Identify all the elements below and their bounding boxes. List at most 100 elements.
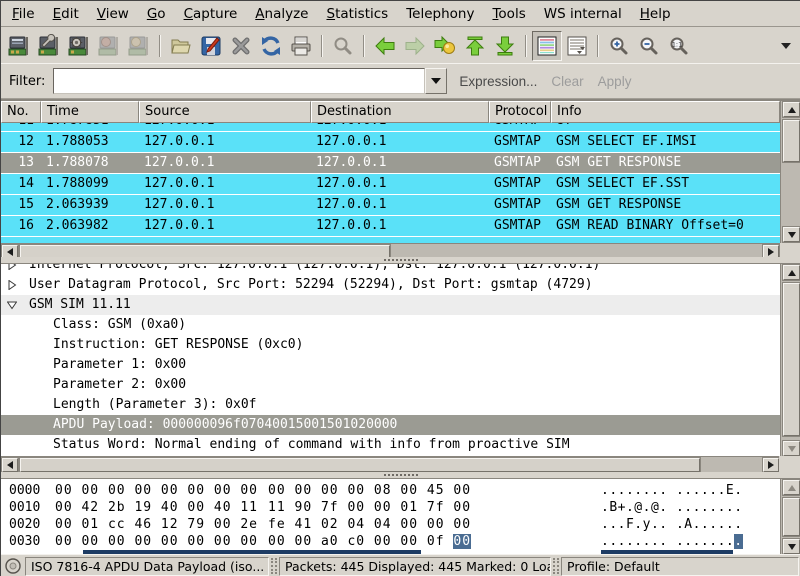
menu-capture[interactable]: Capture <box>175 3 247 25</box>
detail-row[interactable]: Parameter 2: 0x00 <box>1 375 780 395</box>
close-icon <box>229 34 253 58</box>
go-to-packet-button[interactable] <box>430 31 460 61</box>
detail-row[interactable]: Parameter 1: 0x00 <box>1 355 780 375</box>
menu-tools[interactable]: Tools <box>483 3 534 25</box>
column-header-info[interactable]: Info <box>551 101 780 123</box>
hex-row[interactable]: 001000 42 2b 19 40 00 40 1111 90 7f 00 0… <box>1 499 780 516</box>
table-row-partial[interactable]: 11 1.787851 127.0.0.1 127.0.0.1 GSMTAP G… <box>1 123 780 132</box>
scroll-right-button[interactable] <box>763 458 779 472</box>
scroll-up-button[interactable] <box>783 265 800 280</box>
go-to-top-button[interactable] <box>460 31 490 61</box>
hex-vscrollbar[interactable] <box>780 479 800 555</box>
menu-go[interactable]: Go <box>138 3 175 25</box>
scroll-left-button[interactable] <box>2 458 18 472</box>
interface-list-button[interactable] <box>4 31 34 61</box>
go-forward-button[interactable] <box>400 31 430 61</box>
apply-button[interactable]: Apply <box>598 74 632 89</box>
packet-list-vscrollbar[interactable] <box>780 101 800 243</box>
save-file-button[interactable] <box>196 31 226 61</box>
go-back-button[interactable] <box>370 31 400 61</box>
reload-button[interactable] <box>256 31 286 61</box>
filter-input[interactable] <box>53 68 425 94</box>
detail-row[interactable]: GSM SIM 11.11 <box>1 295 780 315</box>
auto-scroll-button[interactable] <box>562 31 592 61</box>
table-row[interactable]: 16 2.063982 127.0.0.1 127.0.0.1 GSMTAP G… <box>1 216 780 237</box>
scroll-down-button[interactable] <box>783 539 800 554</box>
column-header-no[interactable]: No. <box>1 101 41 123</box>
filter-dropdown-button[interactable] <box>425 68 447 94</box>
expander-collapsed-icon[interactable] <box>7 280 17 290</box>
table-row-selected[interactable]: 13 1.788078 127.0.0.1 127.0.0.1 GSMTAP G… <box>1 153 780 174</box>
menu-telephony[interactable]: Telephony <box>397 3 483 25</box>
menu-ws-internal[interactable]: WS internal <box>535 3 631 25</box>
capture-restart-button[interactable] <box>124 31 154 61</box>
toolbar-separator <box>597 35 599 57</box>
column-header-protocol[interactable]: Protocol <box>489 101 551 123</box>
arrow-up-icon <box>788 270 796 276</box>
statusbar-grip-icon <box>271 558 277 574</box>
menu-statistics[interactable]: Statistics <box>317 3 397 25</box>
field-status-text: ISO 7816-4 APDU Data Payload (iso... <box>25 557 269 576</box>
hex-row[interactable]: 000000 00 00 00 00 00 00 0000 00 00 00 0… <box>1 482 780 499</box>
detail-row[interactable]: Class: GSM (0xa0) <box>1 315 780 335</box>
zoom-in-button[interactable] <box>604 31 634 61</box>
zoom-100-button[interactable]: 1:1 <box>664 31 694 61</box>
toolbar-overflow-button[interactable] <box>781 43 791 49</box>
capture-restart-icon <box>127 34 151 58</box>
arrow-up-icon <box>788 107 796 113</box>
forward-arrow-icon <box>403 34 427 58</box>
scroll-down-button[interactable] <box>783 441 800 456</box>
profile-status[interactable]: Profile: Default <box>561 557 799 576</box>
details-hscrollbar[interactable] <box>1 456 780 472</box>
capture-stop-button[interactable] <box>94 31 124 61</box>
menu-edit[interactable]: Edit <box>44 3 88 25</box>
expert-info-button[interactable] <box>3 556 23 576</box>
detail-row[interactable]: Status Word: Normal ending of command wi… <box>1 435 780 455</box>
scroll-thumb[interactable] <box>783 120 800 162</box>
column-header-source[interactable]: Source <box>139 101 311 123</box>
detail-row-selected[interactable]: APDU Payload: 000000096f0704001500150102… <box>1 415 780 435</box>
hex-row[interactable]: 002000 01 cc 46 12 79 00 2efe 41 02 04 0… <box>1 516 780 533</box>
selected-byte[interactable]: 00 <box>453 534 471 549</box>
go-to-bottom-button[interactable] <box>490 31 520 61</box>
clear-button[interactable]: Clear <box>551 74 583 89</box>
colorize-button[interactable] <box>532 31 562 61</box>
scroll-up-button[interactable] <box>783 480 800 495</box>
menu-view[interactable]: View <box>88 3 138 25</box>
capture-stop-icon <box>97 34 121 58</box>
menu-file[interactable]: File <box>3 3 44 25</box>
toolbar-separator <box>159 35 161 57</box>
scroll-up-button[interactable] <box>783 102 800 117</box>
column-header-time[interactable]: Time <box>41 101 139 123</box>
hex-row[interactable]: 003000 00 00 00 00 00 00 0000 00 a0 c0 0… <box>1 533 780 550</box>
expander-expanded-icon[interactable] <box>7 300 17 310</box>
packet-list-header: No. Time Source Destination Protocol Inf… <box>1 101 780 123</box>
table-row[interactable]: 14 1.788099 127.0.0.1 127.0.0.1 GSMTAP G… <box>1 174 780 195</box>
zoom-out-button[interactable] <box>634 31 664 61</box>
table-row[interactable]: 12 1.788053 127.0.0.1 127.0.0.1 GSMTAP G… <box>1 132 780 153</box>
detail-row[interactable]: User Datagram Protocol, Src Port: 52294 … <box>1 275 780 295</box>
scroll-down-button[interactable] <box>783 227 800 242</box>
detail-row[interactable]: Length (Parameter 3): 0x0f <box>1 395 780 415</box>
menu-help[interactable]: Help <box>631 3 680 25</box>
menu-analyze[interactable]: Analyze <box>246 3 317 25</box>
find-packet-button[interactable] <box>328 31 358 61</box>
table-row[interactable]: 15 2.063939 127.0.0.1 127.0.0.1 GSMTAP G… <box>1 195 780 216</box>
column-header-destination[interactable]: Destination <box>311 101 489 123</box>
open-file-button[interactable] <box>166 31 196 61</box>
print-button[interactable] <box>286 31 316 61</box>
scroll-thumb[interactable] <box>20 458 700 472</box>
arrow-down-icon <box>788 446 796 452</box>
scroll-thumb[interactable] <box>783 498 800 536</box>
expander-collapsed-icon[interactable] <box>7 264 17 270</box>
capture-options-button[interactable] <box>34 31 64 61</box>
details-vscrollbar[interactable] <box>780 264 800 457</box>
toolbar-separator <box>321 35 323 57</box>
detail-row-partial[interactable]: Internet Protocol, Src: 127.0.0.1 (127.0… <box>1 264 780 275</box>
capture-start-button[interactable] <box>64 31 94 61</box>
scroll-thumb[interactable] <box>783 283 800 436</box>
status-bar: ISO 7816-4 APDU Data Payload (iso... Pac… <box>1 554 800 576</box>
detail-row[interactable]: Instruction: GET RESPONSE (0xc0) <box>1 335 780 355</box>
expression-button[interactable]: Expression... <box>459 74 537 89</box>
close-capture-button[interactable] <box>226 31 256 61</box>
